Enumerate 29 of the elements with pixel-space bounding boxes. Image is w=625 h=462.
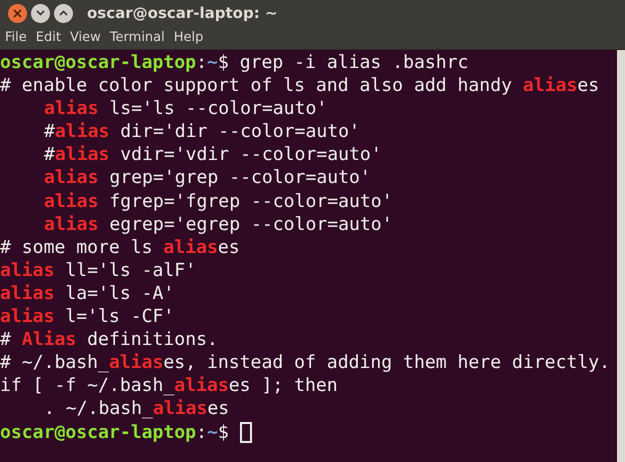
terminal-line: if [ -f ~/.bash_aliases ]; then	[0, 374, 338, 398]
close-icon	[13, 8, 22, 18]
menu-item[interactable]: Edit	[36, 28, 61, 48]
terminal-line: alias grep='grep --color=auto'	[44, 166, 371, 190]
menu-item[interactable]: Help	[174, 28, 204, 48]
terminal-line: oscar@oscar-laptop:~$ grep -i alias .bashrc	[0, 51, 468, 74]
terminal-line: alias la='ls -A'	[0, 282, 174, 306]
terminal-line: #alias dir='dir --color=auto'	[44, 120, 360, 144]
terminal-line: # enable color support of ls and also add handy aliases	[0, 74, 600, 98]
terminal-line: alias ll='ls -alF'	[0, 258, 196, 282]
window-title: oscar@oscar-laptop: ~	[87, 2, 278, 24]
menu-item[interactable]: File	[5, 28, 27, 48]
terminal-line: alias fgrep='fgrep --color=auto'	[44, 190, 393, 213]
minimize-button[interactable]	[31, 4, 50, 22]
terminal-line: alias ls='ls --color=auto'	[44, 97, 328, 120]
terminal-line: oscar@oscar-laptop:~$	[0, 420, 229, 444]
menu-item[interactable]: View	[70, 28, 101, 48]
maximize-button[interactable]	[54, 4, 73, 22]
terminal-line: #alias vdir='vdir --color=auto'	[44, 143, 382, 166]
terminal-line: . ~/.bash_aliases	[44, 397, 230, 420]
terminal-line: # some more ls aliases	[0, 236, 240, 259]
terminal-line: # ~/.bash_aliases, instead of adding them here directly.	[0, 351, 610, 374]
chevron-down-icon	[36, 10, 45, 16]
close-button[interactable]	[8, 4, 27, 22]
chevron-up-icon	[59, 10, 68, 16]
menu-item[interactable]: Terminal	[110, 28, 165, 48]
terminal-line: # Alias definitions.	[0, 328, 218, 352]
terminal-line: alias l='ls -CF'	[0, 305, 174, 328]
terminal-line: alias egrep='egrep --color=auto'	[44, 212, 393, 236]
